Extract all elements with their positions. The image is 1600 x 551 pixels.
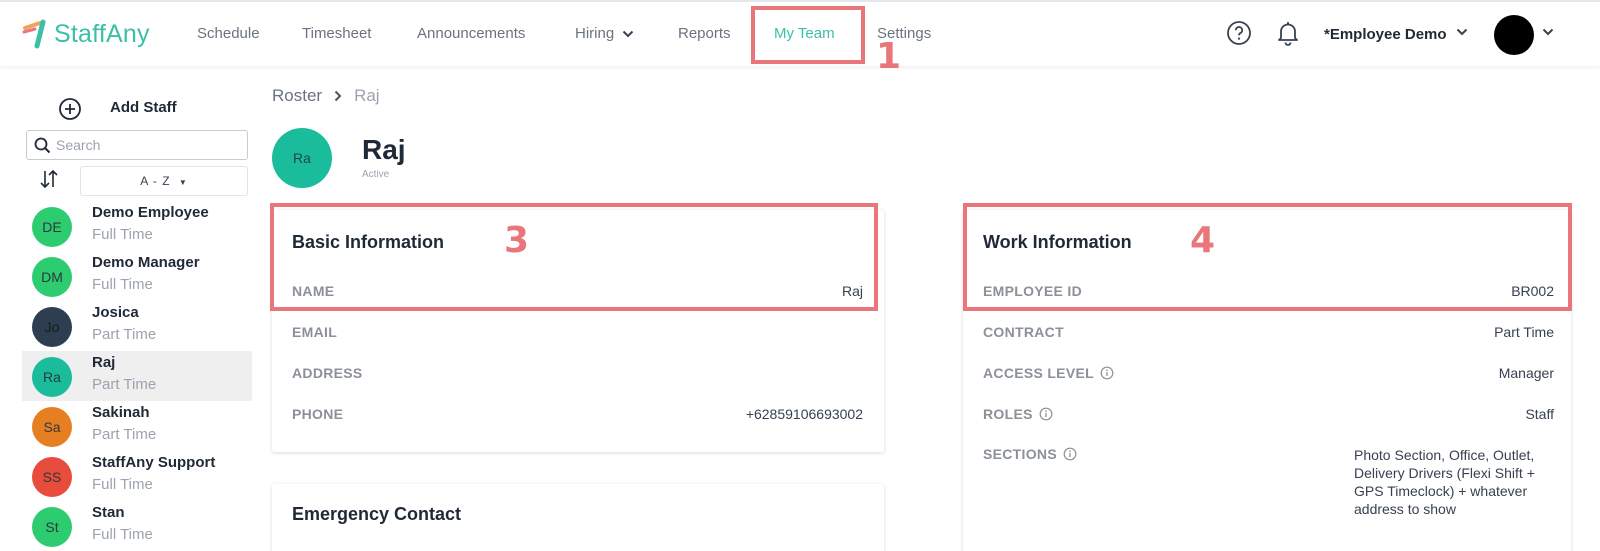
nav-hiring-label: Hiring — [575, 25, 615, 42]
staff-name: Sakinah — [92, 404, 150, 421]
staff-name: Demo Employee — [92, 204, 209, 221]
add-circle-icon[interactable] — [58, 97, 82, 121]
profile-avatar: Ra — [272, 128, 332, 188]
access-level-row-label: ACCESS LEVEL — [983, 365, 1114, 381]
nav-schedule[interactable]: Schedule — [197, 25, 260, 42]
sections-row-label: SECTIONS — [983, 446, 1077, 462]
staff-list-item[interactable]: DM Demo Manager Full Time — [22, 251, 252, 301]
breadcrumb-current: Raj — [354, 86, 380, 105]
roles-row-label: ROLES — [983, 406, 1053, 422]
staff-employment-type: Full Time — [92, 276, 153, 293]
roles-label: ROLES — [983, 406, 1033, 422]
staff-employment-type: Part Time — [92, 326, 157, 343]
access-level-value: Manager — [1498, 365, 1554, 381]
staff-list-item[interactable]: Sa Sakinah Part Time — [22, 401, 252, 451]
breadcrumb-roster-link[interactable]: Roster — [272, 86, 322, 106]
staff-avatar: Jo — [32, 307, 72, 347]
staff-list: DE Demo Employee Full Time DM Demo Manag… — [22, 201, 252, 551]
contract-label: CONTRACT — [983, 324, 1064, 340]
sections-label: SECTIONS — [983, 446, 1057, 462]
staff-list-item[interactable]: SS StaffAny Support Full Time — [22, 451, 252, 501]
user-avatar[interactable] — [1494, 15, 1534, 55]
staff-name: Raj — [92, 354, 116, 371]
sort-dropdown[interactable]: A - Z ▼ — [80, 166, 248, 196]
staff-employment-type: Part Time — [92, 376, 157, 393]
breadcrumb: Roster Raj — [272, 86, 380, 106]
annotation-number: 1 — [876, 36, 902, 77]
nav-reports[interactable]: Reports — [678, 25, 731, 42]
annotation-highlight-work — [963, 203, 1572, 311]
info-icon[interactable] — [1063, 447, 1077, 461]
address-label: ADDRESS — [292, 365, 363, 381]
logo-mark-icon — [22, 19, 46, 49]
staff-avatar: SS — [32, 457, 72, 497]
staff-name: Stan — [92, 504, 125, 521]
roles-value: Staff — [1525, 406, 1554, 422]
staff-name: Josica — [92, 304, 139, 321]
staff-avatar: Ra — [32, 357, 72, 397]
annotation-number: 3 — [504, 220, 530, 261]
staff-list-item[interactable]: St Stan Full Time — [22, 501, 252, 551]
email-label: EMAIL — [292, 324, 338, 340]
nav-announcements[interactable]: Announcements — [417, 25, 525, 42]
info-icon[interactable] — [1039, 407, 1053, 421]
annotation-highlight-nav — [751, 6, 865, 64]
sort-dropdown-label: A - Z — [140, 174, 171, 188]
brand-name: StaffAny — [54, 19, 150, 48]
profile-status: Active — [362, 169, 390, 180]
staff-employment-type: Full Time — [92, 526, 153, 543]
staff-avatar: St — [32, 507, 72, 547]
chevron-down-icon — [622, 30, 634, 38]
nav-timesheet[interactable]: Timesheet — [302, 25, 371, 42]
staff-list-item-selected[interactable]: Ra Raj Part Time — [22, 351, 252, 401]
staff-list-item[interactable]: Jo Josica Part Time — [22, 301, 252, 351]
bell-icon[interactable] — [1275, 20, 1301, 46]
nav-hiring[interactable]: Hiring — [575, 25, 634, 42]
sort-icon[interactable] — [38, 168, 60, 190]
info-icon[interactable] — [1100, 366, 1114, 380]
staff-name: Demo Manager — [92, 254, 200, 271]
chevron-down-icon[interactable] — [1456, 28, 1468, 36]
caret-down-icon: ▼ — [178, 178, 188, 187]
staff-avatar: DE — [32, 207, 72, 247]
search-input-wrapper — [26, 130, 248, 160]
staff-employment-type: Full Time — [92, 226, 153, 243]
search-input[interactable] — [56, 135, 241, 155]
staff-employment-type: Full Time — [92, 476, 153, 493]
staff-avatar: Sa — [32, 407, 72, 447]
contract-value: Part Time — [1494, 324, 1554, 340]
access-level-label: ACCESS LEVEL — [983, 365, 1094, 381]
staffany-logo[interactable]: StaffAny — [22, 16, 150, 52]
staff-list-item[interactable]: DE Demo Employee Full Time — [22, 201, 252, 251]
annotation-number: 4 — [1190, 220, 1216, 261]
chevron-down-icon[interactable] — [1542, 28, 1554, 36]
staff-name: StaffAny Support — [92, 454, 216, 471]
account-switcher[interactable]: *Employee Demo — [1324, 26, 1447, 43]
staff-employment-type: Part Time — [92, 426, 157, 443]
sections-value: Photo Section, Office, Outlet, Delivery … — [1354, 447, 1535, 517]
chevron-right-icon — [334, 90, 342, 102]
phone-label: PHONE — [292, 406, 344, 422]
phone-value: +62859106693002 — [745, 406, 863, 422]
search-icon — [34, 137, 51, 154]
add-staff-button[interactable]: Add Staff — [110, 99, 177, 116]
help-icon[interactable] — [1226, 20, 1252, 46]
staff-avatar: DM — [32, 257, 72, 297]
profile-name: Raj — [362, 134, 406, 165]
annotation-highlight-basic — [270, 203, 878, 311]
emergency-contact-title: Emergency Contact — [292, 504, 462, 524]
